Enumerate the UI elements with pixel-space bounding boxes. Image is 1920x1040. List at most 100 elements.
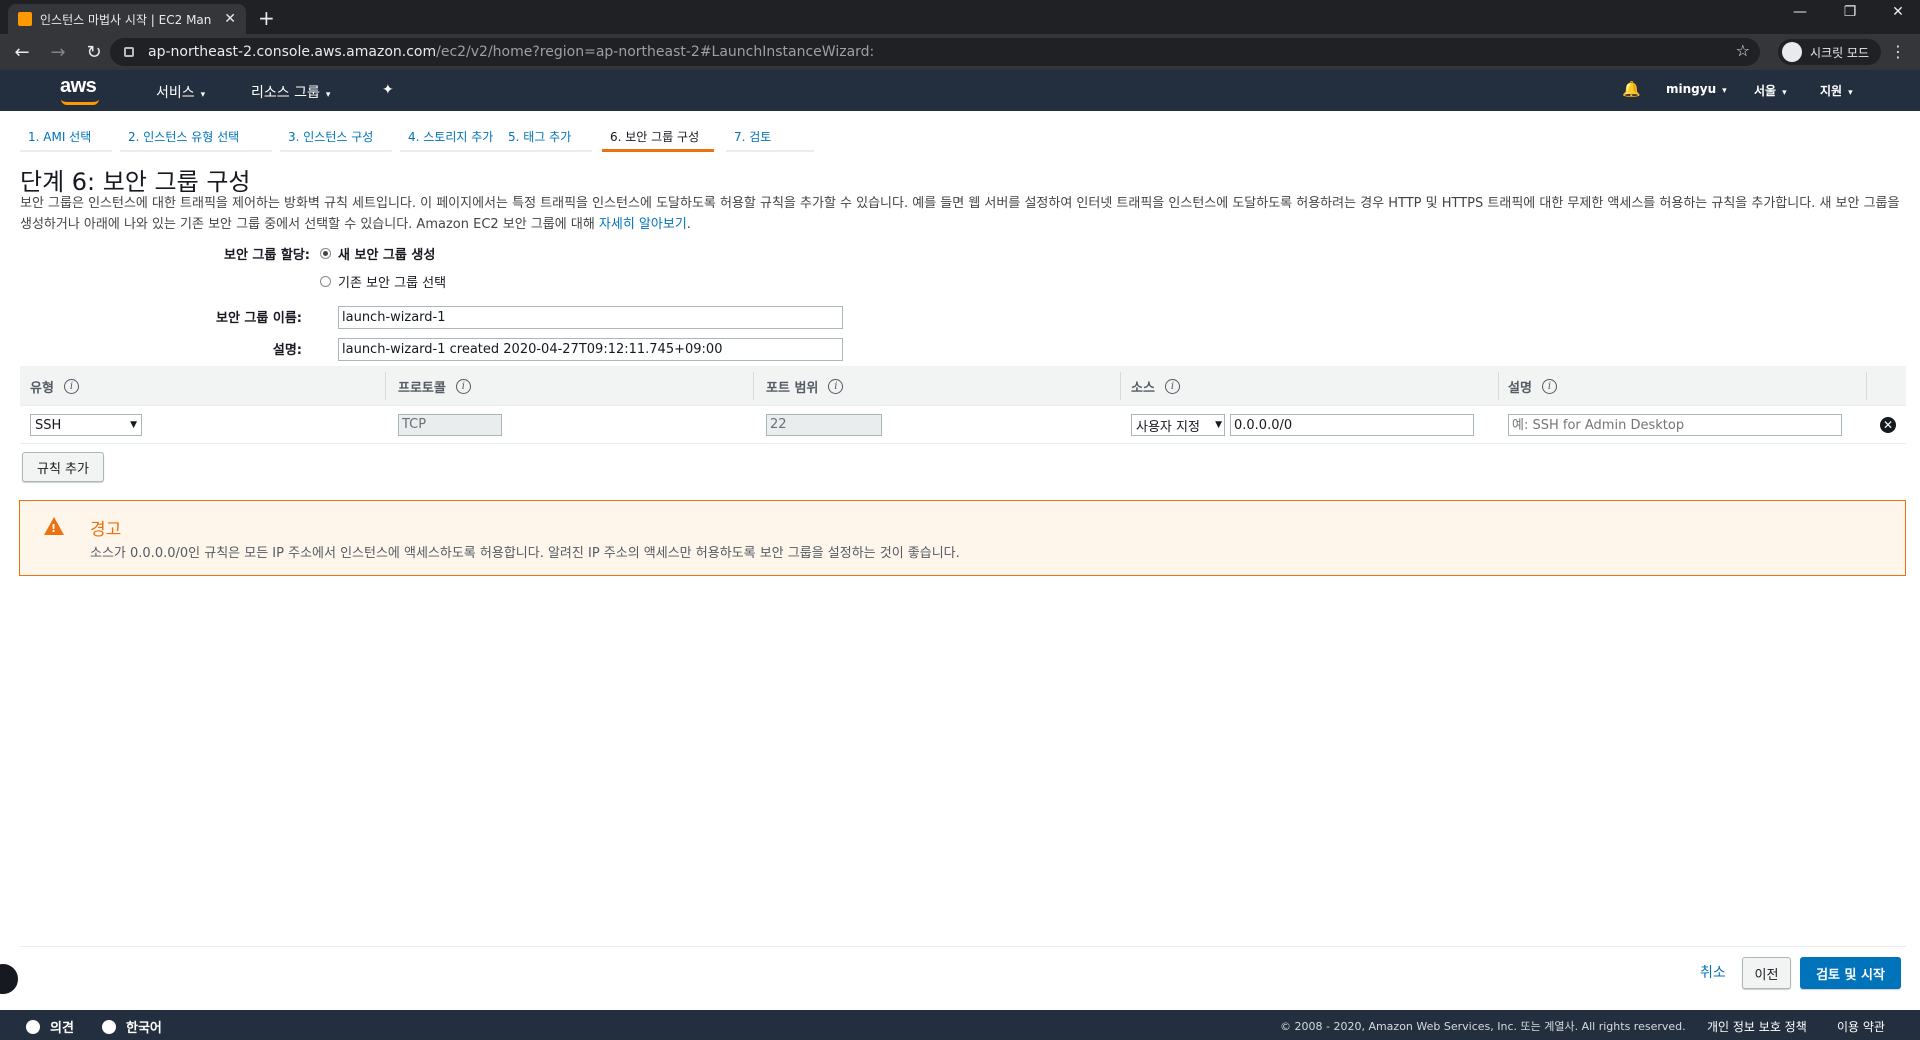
description-text: 보안 그룹은 인스턴스에 대한 트래픽을 제어하는 방화벽 규칙 세트입니다. … [20,196,1900,232]
aws-logo-text: aws [60,75,97,97]
wizard-step-ami[interactable]: 1. AMI 선택 [20,120,112,152]
minimize-icon[interactable]: — [1780,4,1820,20]
learn-more-link[interactable]: 자세히 알아보기 [599,217,687,232]
radio-new-label: 새 보안 그룹 생성 [338,248,436,263]
column-divider [1120,372,1121,400]
feedback-button[interactable]: 의견 [26,1017,74,1036]
info-icon[interactable]: i [1164,379,1180,394]
globe-icon [102,1020,116,1034]
services-label: 서비스 [156,85,195,101]
browser-tab-title: 인스턴스 마법사 시작 | EC2 Man [40,12,212,27]
browser-menu-icon[interactable]: ⋮ [1890,42,1906,61]
reload-icon[interactable]: ↻ [80,42,108,63]
maximize-icon[interactable]: ❐ [1830,4,1870,20]
console-footer: 의견 한국어 © 2008 - 2020, Amazon Web Service… [0,1010,1920,1040]
bookmark-star-icon[interactable]: ☆ [1736,41,1750,60]
chevron-down-icon: ▾ [200,90,206,100]
rule-protocol-field: TCP [398,414,502,436]
rule-port-field: 22 [766,414,882,436]
rule-type-select[interactable]: SSH ▼ [30,414,142,436]
description-period: . [686,217,691,232]
incognito-label: 시크릿 모드 [1810,45,1870,60]
pin-icon[interactable]: ✦ [382,82,394,98]
warning-title: 경고 [90,520,122,540]
terms-link[interactable]: 이용 약관 [1837,1018,1885,1035]
collapse-icon[interactable] [0,962,20,996]
rule-type-value: SSH [35,417,62,433]
support-menu[interactable]: 지원 ▾ [1820,82,1853,99]
aws-smile-icon [61,99,99,105]
table-row: SSH ▼ TCP 22 사용자 지정 ▼ ✕ [20,406,1906,444]
region-menu[interactable]: 서울 ▾ [1754,82,1787,99]
col-type: 유형 i [30,377,79,396]
resource-groups-menu[interactable]: 리소스 그룹 ▾ [251,82,330,102]
radio-existing-group[interactable]: 기존 보안 그룹 선택 [320,272,446,291]
wizard-step-tags[interactable]: 5. 태그 추가 [500,120,592,152]
col-protocol-label: 프로토콜 [398,381,446,396]
group-desc-input[interactable] [338,338,843,361]
add-rule-button[interactable]: 규칙 추가 [22,452,104,482]
chevron-down-icon: ▾ [1782,88,1787,98]
radio-existing-label: 기존 보안 그룹 선택 [338,276,447,291]
new-tab-button[interactable]: + [258,6,275,30]
chevron-down-icon: ▾ [325,90,331,100]
group-name-input[interactable] [338,306,843,329]
privacy-link[interactable]: 개인 정보 보호 정책 [1707,1018,1807,1035]
address-bar[interactable]: ap-northeast-2.console.aws.amazon.com/ec… [110,38,1760,66]
radio-unselected-icon [320,276,331,287]
warning-text: 소스가 0.0.0.0/0인 규칙은 모든 IP 주소에서 인스턴스에 액세스하… [90,546,960,561]
assign-label: 보안 그룹 할당: [223,248,310,263]
wizard-step-instance-type[interactable]: 2. 인스턴스 유형 선택 [120,120,272,152]
info-icon[interactable]: i [1541,379,1557,394]
wizard-step-review[interactable]: 7. 검토 [726,120,814,152]
remove-rule-icon[interactable]: ✕ [1880,417,1896,433]
rule-source-select[interactable]: 사용자 지정 ▼ [1131,414,1225,436]
info-icon[interactable]: i [63,379,79,394]
radio-new-group[interactable]: 새 보안 그룹 생성 [320,244,435,263]
info-icon[interactable]: i [455,379,471,394]
incognito-badge[interactable]: 시크릿 모드 [1778,39,1882,65]
resource-groups-label: 리소스 그룹 [251,85,320,101]
review-launch-button[interactable]: 검토 및 시작 [1800,957,1901,989]
user-label: mingyu [1666,82,1717,96]
col-description-label: 설명 [1508,381,1532,396]
chevron-down-icon: ▼ [130,420,137,430]
lock-icon [124,47,134,57]
warning-alert: ! 경고 소스가 0.0.0.0/0인 규칙은 모든 IP 주소에서 인스턴스에… [19,500,1906,576]
page-title: 단계 6: 보안 그룹 구성 [20,168,251,196]
col-port-label: 포트 범위 [766,381,819,396]
col-source-label: 소스 [1131,381,1155,396]
wizard-step-security-group[interactable]: 6. 보안 그룹 구성 [602,120,714,152]
footer-divider [20,946,1906,947]
language-label: 한국어 [126,1021,162,1036]
rule-source-cidr-input[interactable] [1230,414,1474,436]
forward-icon[interactable]: → [44,42,72,63]
tab-close-icon[interactable]: ✕ [224,11,236,27]
aws-logo[interactable]: aws [60,75,99,105]
services-menu[interactable]: 서비스 ▾ [156,82,205,102]
group-desc-label: 설명: [272,343,302,358]
info-icon[interactable]: i [828,379,844,394]
browser-toolbar: ← → ↻ ap-northeast-2.console.aws.amazon.… [0,34,1920,70]
previous-button[interactable]: 이전 [1742,957,1791,989]
column-divider [753,372,754,400]
rule-description-input[interactable] [1508,414,1842,436]
warning-icon-glyph: ! [51,522,57,535]
back-icon[interactable]: ← [8,42,36,63]
window-close-icon[interactable]: ✕ [1878,4,1918,20]
chevron-down-icon: ▾ [1848,88,1853,98]
cancel-link[interactable]: 취소 [1700,962,1726,982]
user-menu[interactable]: mingyu ▾ [1666,82,1727,96]
language-button[interactable]: 한국어 [102,1017,162,1036]
column-divider [1498,372,1499,400]
feedback-label: 의견 [50,1021,74,1036]
bell-icon[interactable]: 🔔 [1622,80,1641,98]
chat-bubble-icon [26,1020,40,1034]
copyright-text: © 2008 - 2020, Amazon Web Services, Inc.… [1280,1020,1686,1033]
wizard-step-storage[interactable]: 4. 스토리지 추가 [400,120,512,152]
url-host: ap-northeast-2.console.aws.amazon.com [148,44,437,60]
wizard-step-configure[interactable]: 3. 인스턴스 구성 [280,120,392,152]
col-type-label: 유형 [30,381,54,396]
rules-table-header: 유형 i 프로토콜 i 포트 범위 i 소스 i 설명 i [20,366,1906,406]
browser-tab[interactable]: 인스턴스 마법사 시작 | EC2 Man ✕ [8,4,246,34]
